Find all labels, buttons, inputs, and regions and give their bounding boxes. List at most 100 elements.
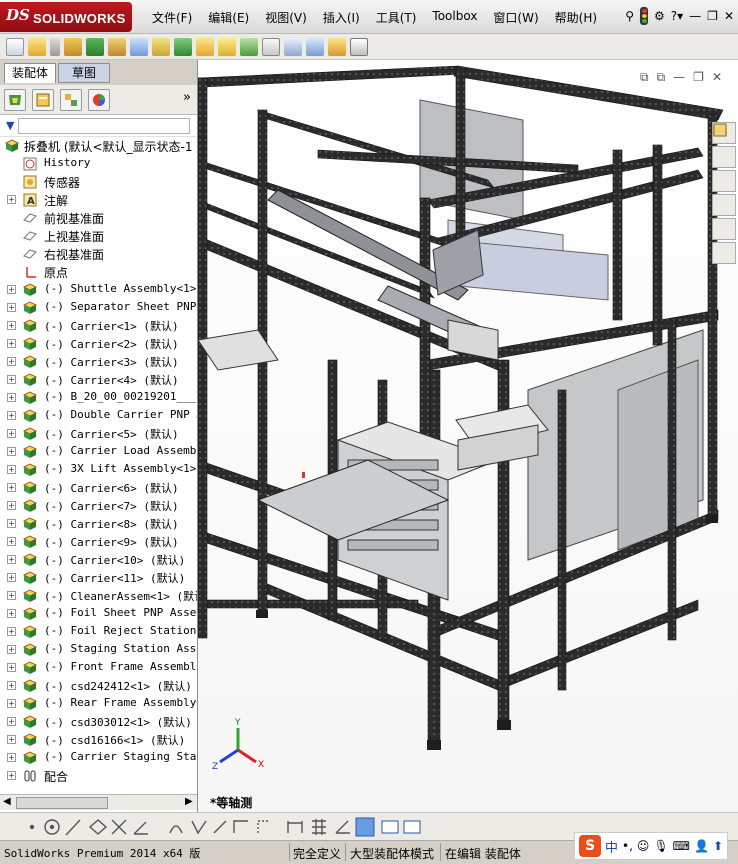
file-explorer-icon[interactable] <box>712 126 736 192</box>
ime-skin-icon[interactable]: ⬆ <box>713 839 723 853</box>
tree-item[interactable]: + (-) Carrier<8> (默认) <box>0 515 197 533</box>
rebuild-traffic-light-icon[interactable] <box>640 7 648 25</box>
feature-manager-tree-icon[interactable] <box>4 88 26 111</box>
view-palette-icon[interactable] <box>712 124 736 216</box>
clearance-verification-icon[interactable] <box>350 37 368 56</box>
tree-item[interactable]: + (-) Carrier<1> (默认) <box>0 317 197 335</box>
doc-restore-icon[interactable]: ❐ <box>693 70 704 85</box>
tree-item[interactable]: 上视基准面 <box>0 227 197 245</box>
tree-item[interactable]: + (-) CleanerAssem<1> (默认 <box>0 587 197 605</box>
tree-item[interactable]: + (-) Carrier Load Assembly <box>0 443 197 461</box>
menu-edit[interactable]: 编辑(E) <box>200 9 257 26</box>
expand-icon[interactable]: + <box>7 735 16 744</box>
smart-fastener-icon[interactable] <box>108 37 126 56</box>
hide-show-icon[interactable] <box>174 37 192 56</box>
design-library-icon[interactable] <box>712 125 736 168</box>
tree-item[interactable]: + (-) B_20_00_00219201___850 <box>0 389 197 407</box>
expand-icon[interactable]: + <box>7 753 16 762</box>
restore-icon[interactable]: ❐ <box>707 9 718 23</box>
tree-item[interactable]: 传感器 <box>0 173 197 191</box>
expand-icon[interactable]: + <box>7 483 16 492</box>
tab-sketch[interactable]: 草图 <box>58 63 110 83</box>
tree-item[interactable]: + (-) Carrier<5> (默认) <box>0 425 197 443</box>
expand-icon[interactable]: + <box>7 771 16 780</box>
tree-item[interactable]: + (-) csd242412<1> (默认) <box>0 677 197 695</box>
filter-input[interactable] <box>18 117 191 134</box>
ime-punctuation-icon[interactable]: •, <box>622 839 633 853</box>
open-folder-icon[interactable] <box>28 37 46 56</box>
configuration-manager-icon[interactable] <box>60 88 82 111</box>
tree-item[interactable]: + (-) Separator Sheet PNP<1 <box>0 299 197 317</box>
tile-right-icon[interactable]: ⧉ <box>657 70 666 85</box>
close-icon[interactable]: ✕ <box>724 9 734 23</box>
expand-icon[interactable]: + <box>7 447 16 456</box>
tree-item[interactable]: + (-) Carrier<10> (默认) <box>0 551 197 569</box>
tree-item[interactable]: 原点 <box>0 263 197 281</box>
ime-voice-icon[interactable]: 🎙 <box>653 839 668 853</box>
expand-icon[interactable]: + <box>7 303 16 312</box>
tree-item[interactable]: + (-) Carrier<7> (默认) <box>0 497 197 515</box>
doc-minimize-icon[interactable]: — <box>673 70 685 85</box>
tree-item[interactable]: + A 注解 <box>0 191 197 209</box>
tree-item[interactable]: + (-) Carrier<4> (默认) <box>0 371 197 389</box>
tree-item[interactable]: + (-) Carrier Staging Stati <box>0 749 197 767</box>
paperclip-icon[interactable] <box>50 37 60 56</box>
solidworks-logo[interactable]: DS SOLIDWORKS <box>0 2 132 32</box>
custom-properties-icon[interactable] <box>712 123 736 264</box>
expand-icon[interactable]: + <box>7 717 16 726</box>
scroll-thumb[interactable] <box>16 797 108 809</box>
tree-item[interactable]: + (-) Carrier<9> (默认) <box>0 533 197 551</box>
filter-icon[interactable]: ▼ <box>6 119 14 132</box>
menu-insert[interactable]: 插入(I) <box>315 9 368 26</box>
tree-item[interactable]: + (-) csd16166<1> (默认) <box>0 731 197 749</box>
tree-root-assembly[interactable]: 拆叠机 (默认<默认_显示状态-1 <box>0 137 197 155</box>
tab-assembly[interactable]: 装配体 <box>4 63 56 83</box>
mate-tool-icon[interactable] <box>86 37 104 56</box>
tree-item[interactable]: + (-) Staging Station Assem <box>0 641 197 659</box>
tree-item[interactable]: + (-) Carrier<2> (默认) <box>0 335 197 353</box>
ime-language[interactable]: 中 <box>605 837 618 856</box>
ime-emoji-icon[interactable]: ☺ <box>637 839 650 853</box>
expand-icon[interactable]: + <box>7 429 16 438</box>
tree-item[interactable]: + (-) Foil Sheet PNP Assemb <box>0 605 197 623</box>
expand-icon[interactable]: + <box>7 285 16 294</box>
move-component-icon[interactable] <box>152 37 170 56</box>
tile-left-icon[interactable]: ⧉ <box>640 70 649 85</box>
expand-icon[interactable]: + <box>7 681 16 690</box>
doc-close-icon[interactable]: ✕ <box>712 70 722 85</box>
expand-icon[interactable]: + <box>7 555 16 564</box>
tree-item[interactable]: + (-) Carrier<3> (默认) <box>0 353 197 371</box>
expand-icon[interactable]: + <box>7 339 16 348</box>
pin-icon[interactable]: ⚲ <box>625 9 634 23</box>
tree-item[interactable]: + (-) csd303012<1> (默认) <box>0 713 197 731</box>
new-motion-study-icon[interactable] <box>240 37 258 56</box>
bill-of-materials-icon[interactable] <box>262 37 280 56</box>
ime-user-icon[interactable]: 👤 <box>694 839 709 853</box>
menu-file[interactable]: 文件(F) <box>144 9 200 26</box>
more-tabs-chevron-icon[interactable]: » <box>183 90 191 105</box>
expand-icon[interactable]: + <box>7 573 16 582</box>
tree-item[interactable]: + (-) Carrier<6> (默认) <box>0 479 197 497</box>
menu-view[interactable]: 视图(V) <box>257 9 315 26</box>
expand-icon[interactable]: + <box>7 357 16 366</box>
graphics-viewport[interactable]: Y X Z ⧉ ⧉ — ❐ ✕ *等轴测 <box>198 60 738 812</box>
assembly-features-icon[interactable] <box>196 37 214 56</box>
expand-icon[interactable]: + <box>7 609 16 618</box>
expand-icon[interactable]: + <box>7 519 16 528</box>
expand-icon[interactable]: + <box>7 537 16 546</box>
expand-icon[interactable]: + <box>7 501 16 510</box>
tree-item[interactable]: + 配合 <box>0 767 197 782</box>
expand-icon[interactable]: + <box>7 195 16 204</box>
new-document-icon[interactable] <box>6 37 24 56</box>
appearances-icon[interactable] <box>712 124 736 240</box>
sogou-input-icon[interactable]: S <box>579 835 601 857</box>
scroll-left-icon[interactable]: ◀ <box>3 796 11 807</box>
tree-item[interactable]: + (-) Front Frame Assembly< <box>0 659 197 677</box>
tree-item[interactable]: + (-) Carrier<11> (默认) <box>0 569 197 587</box>
expand-icon[interactable]: + <box>7 645 16 654</box>
display-manager-icon[interactable] <box>88 88 110 111</box>
menu-tools[interactable]: 工具(T) <box>368 9 425 26</box>
expand-icon[interactable]: + <box>7 663 16 672</box>
tree-item[interactable]: 前视基准面 <box>0 209 197 227</box>
expand-icon[interactable]: + <box>7 393 16 402</box>
